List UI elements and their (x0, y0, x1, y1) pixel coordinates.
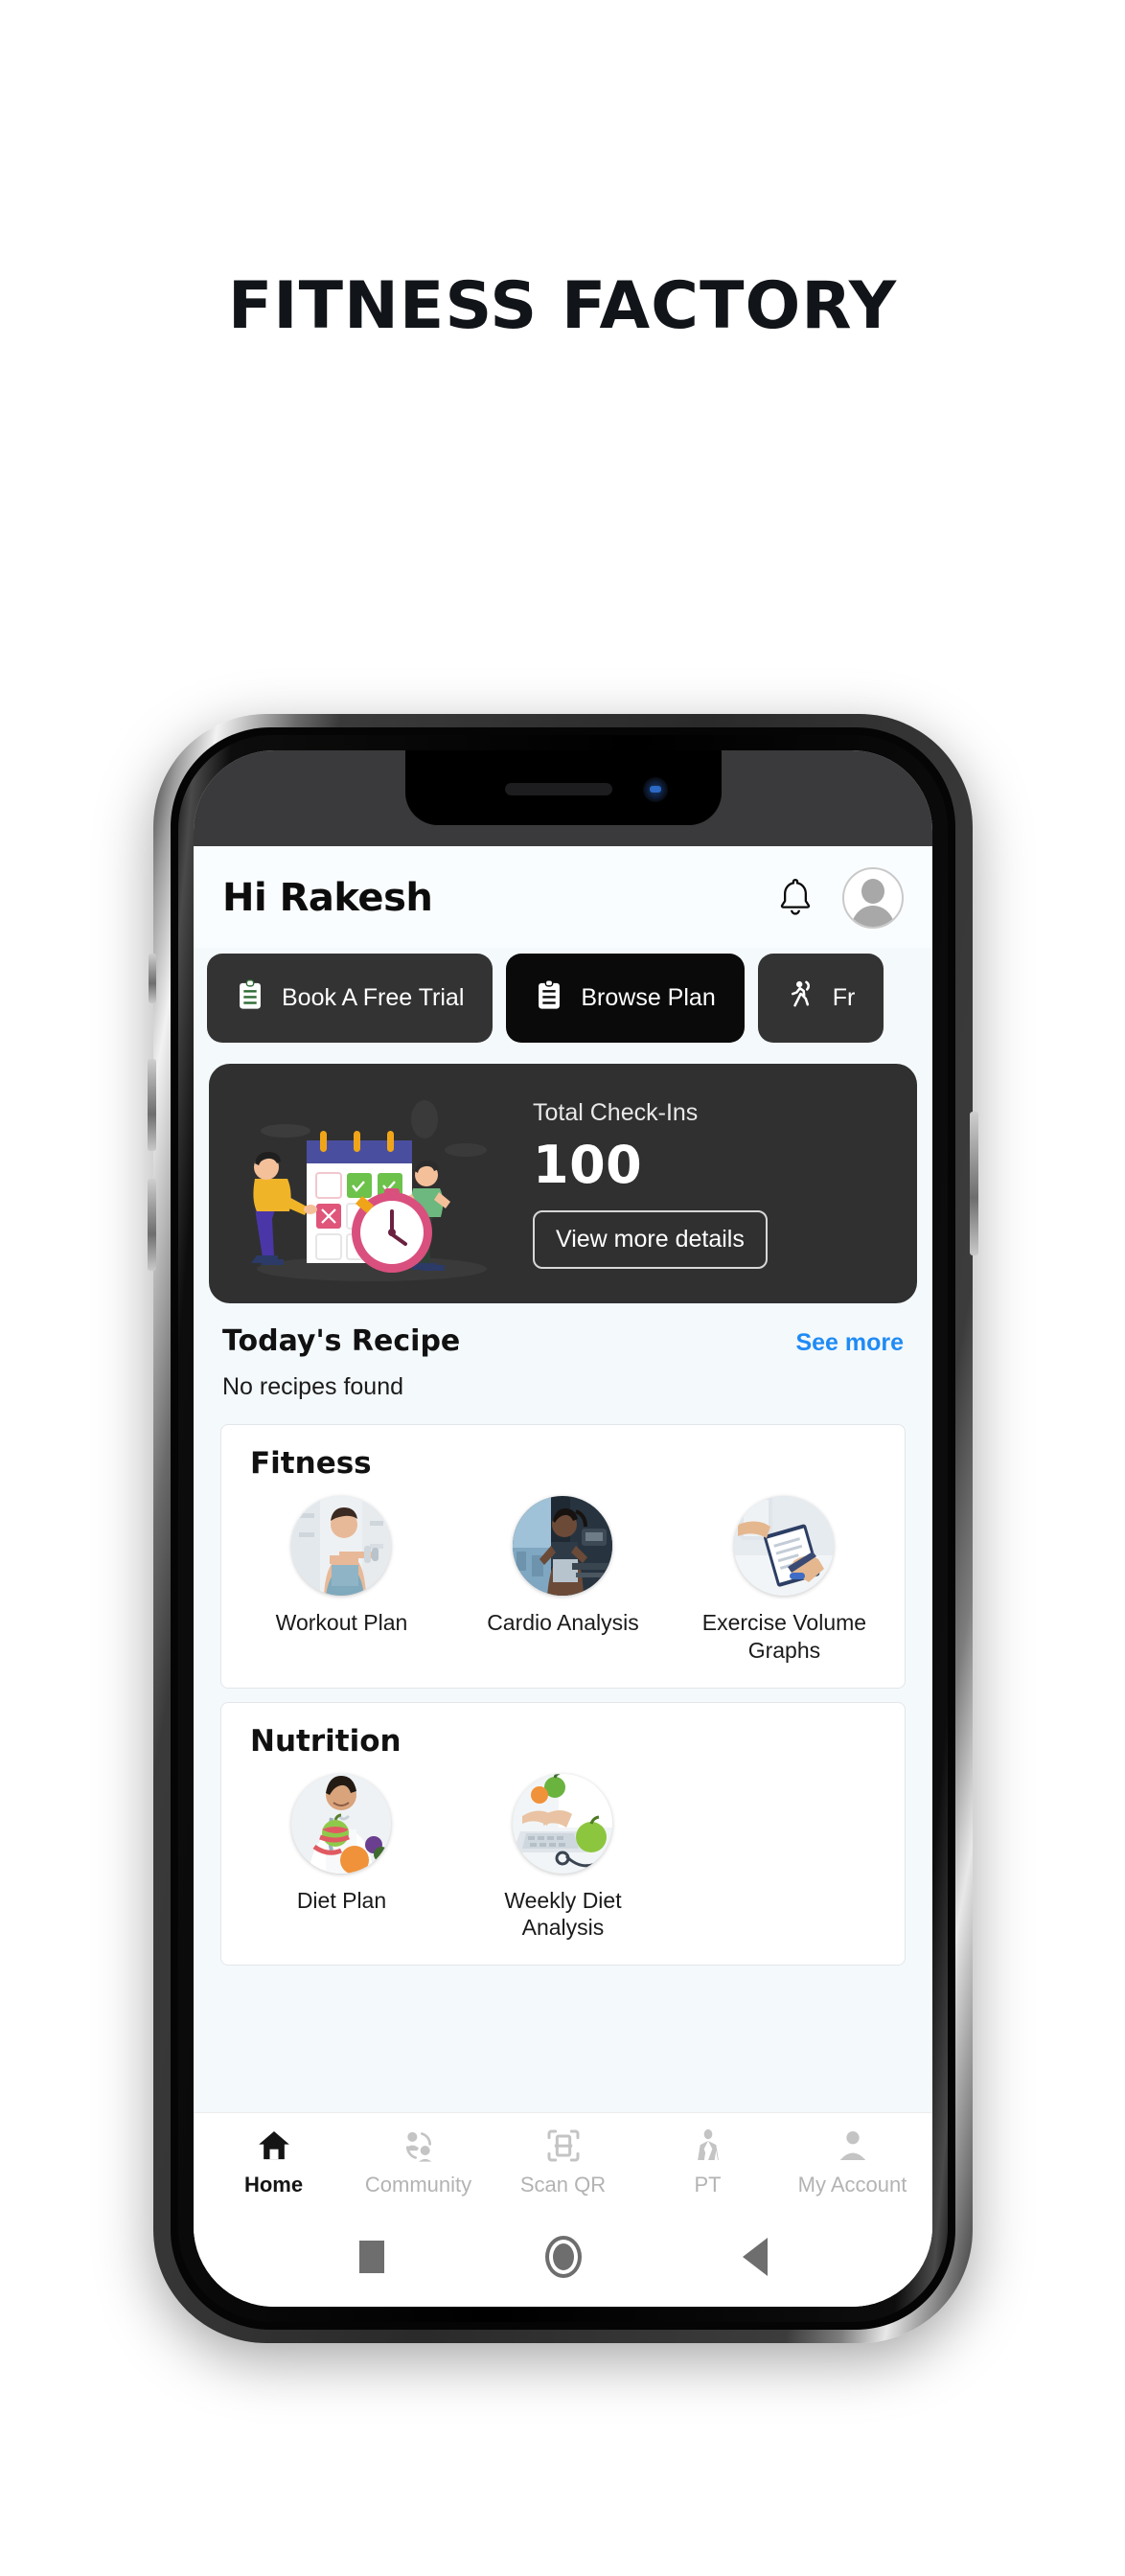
tab-label: PT (694, 2173, 722, 2196)
app-content: Hi Rakesh Book A Free Trial Browse Plan … (194, 846, 932, 2307)
tile-label: Exercise Volume Graphs (701, 1610, 867, 1663)
user-avatar[interactable] (842, 867, 904, 929)
bottom-tab-bar[interactable]: Home Community Scan QR PT My Account (194, 2112, 932, 2207)
nutrition-tile-row: Diet Plan Weekly Diet Analysis (231, 1773, 895, 1943)
scan-qr-icon (543, 2127, 584, 2165)
quick-action-row[interactable]: Book A Free Trial Browse Plan Fr (194, 948, 932, 1048)
checkin-label: Total Check-Ins (533, 1098, 699, 1126)
tile-label: Weekly Diet Analysis (504, 1887, 622, 1941)
android-system-nav[interactable] (194, 2207, 932, 2307)
power-button[interactable] (970, 1112, 978, 1255)
person-icon (833, 2127, 873, 2165)
tab-label: Community (364, 2173, 472, 2196)
tile-exercise-volume-graphs[interactable]: Exercise Volume Graphs (674, 1496, 895, 1665)
front-camera-icon (642, 777, 668, 802)
avatar-body (851, 906, 895, 927)
browse-plan-button[interactable]: Browse Plan (506, 954, 745, 1043)
running-person-icon (787, 978, 815, 1018)
tab-my-account[interactable]: My Account (780, 2127, 925, 2197)
avatar-head (861, 879, 884, 904)
dietitian-fruit-photo (291, 1773, 392, 1874)
fitness-panel-title: Fitness (250, 1446, 372, 1481)
home-icon (254, 2127, 294, 2165)
view-more-details-button[interactable]: View more details (533, 1209, 768, 1269)
recipe-empty-text: No recipes found (222, 1373, 404, 1400)
triangle-back-icon[interactable] (742, 2238, 768, 2276)
woman-treadmill-photo (513, 1496, 613, 1596)
chip-label: Book A Free Trial (282, 984, 465, 1011)
volume-up-button[interactable] (148, 1059, 156, 1151)
chip-label: Fr (832, 984, 856, 1011)
personal-trainer-icon (688, 2127, 728, 2165)
square-recents-icon[interactable] (358, 2241, 384, 2273)
mute-switch[interactable] (149, 954, 156, 1003)
calendar-check-in-illustration (228, 1081, 516, 1287)
laptop-apple-photo (513, 1773, 613, 1874)
tab-scan-qr[interactable]: Scan QR (491, 2127, 635, 2197)
tile-diet-plan[interactable]: Diet Plan (231, 1773, 452, 1943)
notification-bell-icon[interactable] (775, 876, 815, 920)
phone-screen: Hi Rakesh Book A Free Trial Browse Plan … (194, 750, 932, 2307)
tile-label: Cardio Analysis (487, 1610, 639, 1635)
checkin-info: Total Check-Ins 100 View more details (516, 1099, 898, 1269)
volume-down-button[interactable] (148, 1179, 156, 1271)
nutrition-panel-title: Nutrition (250, 1723, 402, 1759)
see-more-link[interactable]: See more (795, 1329, 904, 1357)
tile-label: Workout Plan (275, 1610, 408, 1635)
fitness-panel: Fitness Workout Plan Cardio Analysis Exe… (220, 1424, 906, 1689)
tile-label: Diet Plan (296, 1887, 387, 1913)
tile-weekly-diet-analysis[interactable]: Weekly Diet Analysis (452, 1773, 674, 1943)
hands-clipboard-photo (734, 1496, 835, 1596)
tab-label: Scan QR (519, 2173, 607, 2196)
community-icon (399, 2127, 439, 2165)
speaker-grille-icon (504, 783, 612, 795)
tile-cardio-analysis[interactable]: Cardio Analysis (452, 1496, 674, 1665)
book-a-free-trial-button[interactable]: Book A Free Trial (207, 954, 494, 1043)
tab-community[interactable]: Community (346, 2127, 491, 2197)
nutrition-panel: Nutrition Diet Plan Weekly Diet Analysis (220, 1701, 906, 1966)
greeting-text: Hi Rakesh (222, 876, 433, 920)
clipboard-icon (236, 978, 264, 1018)
tile-placeholder (674, 1774, 895, 1943)
tab-home[interactable]: Home (201, 2127, 346, 2197)
page-title: FITNESS FACTORY (227, 268, 898, 344)
phone-mockup: Hi Rakesh Book A Free Trial Browse Plan … (148, 714, 978, 2343)
total-checkins-card: Total Check-Ins 100 View more details (209, 1064, 917, 1303)
recipe-title: Today's Recipe (222, 1324, 461, 1358)
tile-workout-plan[interactable]: Workout Plan (231, 1496, 452, 1665)
status-bar (194, 750, 932, 846)
tab-label: My Account (797, 2173, 907, 2196)
woman-dumbbell-photo (291, 1496, 392, 1596)
todays-recipe-section: Today's Recipe See more No recipes found (194, 1303, 932, 1411)
recipe-header: Today's Recipe See more (222, 1324, 904, 1358)
free-workouts-button[interactable]: Fr (757, 954, 884, 1043)
clipboard-icon (535, 978, 563, 1018)
tab-label: Home (243, 2173, 304, 2196)
circle-home-icon[interactable] (544, 2236, 582, 2278)
checkin-value: 100 (533, 1134, 643, 1195)
chip-label: Browse Plan (581, 984, 716, 1011)
notch (404, 750, 722, 825)
app-header: Hi Rakesh (194, 846, 932, 948)
tab-pt[interactable]: PT (635, 2127, 780, 2197)
fitness-tile-row: Workout Plan Cardio Analysis Exercise Vo… (231, 1496, 895, 1665)
header-actions (775, 867, 904, 929)
